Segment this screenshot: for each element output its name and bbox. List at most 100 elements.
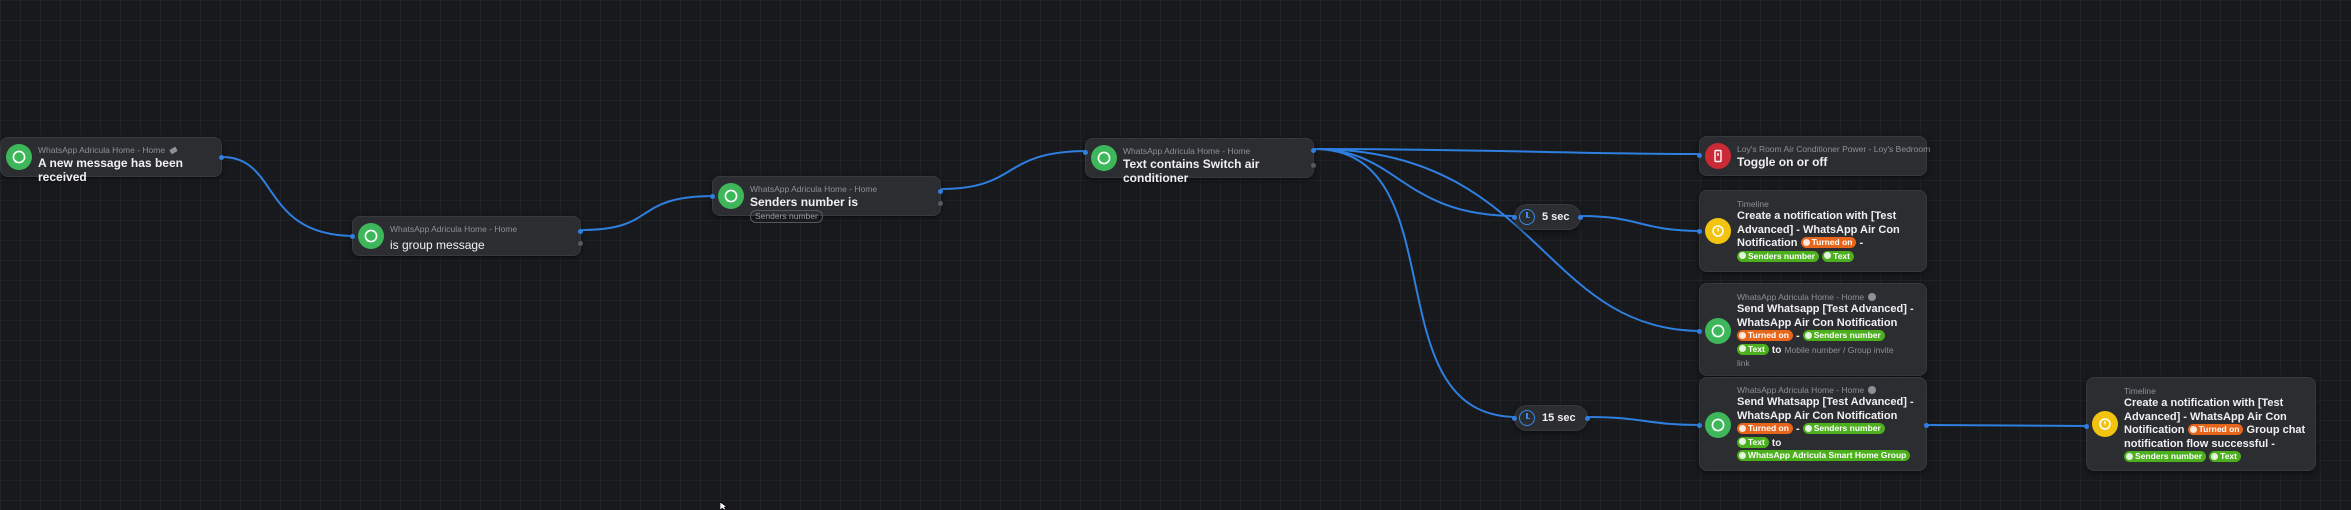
token-group[interactable]: WhatsApp Adricula Smart Home Group — [1737, 450, 1911, 461]
input-port[interactable] — [1512, 215, 1517, 220]
output-port[interactable] — [1585, 416, 1590, 421]
input-port[interactable] — [1697, 229, 1702, 234]
wire-contains-to-delay5 — [1313, 148, 1518, 217]
whatsapp-icon — [1705, 318, 1731, 344]
token-turned-on[interactable]: Turned on — [1737, 330, 1793, 341]
token-label: Senders number — [1748, 250, 1816, 261]
token-label: Turned on — [2198, 424, 2240, 434]
node-subtitle: WhatsApp Adricula Home - Home — [1123, 146, 1251, 156]
input-port[interactable] — [1697, 153, 1702, 158]
output-port-false[interactable] — [1311, 163, 1316, 168]
node-subtitle: WhatsApp Adricula Home - Home — [390, 224, 518, 234]
node-send-whatsapp-1[interactable]: WhatsApp Adricula Home - Home Send Whats… — [1697, 283, 1927, 376]
token-label: WhatsApp Adricula Smart Home Group — [1748, 450, 1907, 460]
input-port[interactable] — [1697, 329, 1702, 334]
tag-icon — [169, 146, 179, 155]
node-subtitle: WhatsApp Adricula Home - Home — [38, 145, 166, 155]
token-text[interactable]: Text — [1737, 436, 1769, 448]
text-line: Advanced] - WhatsApp Air Con — [2124, 410, 2287, 423]
info-icon[interactable] — [1868, 386, 1877, 394]
node-new-message-trigger[interactable]: WhatsApp Adricula Home - Home A new mess… — [0, 137, 224, 184]
node-senders-number-is[interactable]: WhatsApp Adricula Home - Home Senders nu… — [710, 176, 943, 223]
token-turned-on[interactable]: Turned on — [1737, 423, 1793, 434]
text-line: Advanced] - WhatsApp Air Con — [1737, 223, 1900, 236]
wire-send2-to-timeline2 — [1926, 424, 2089, 427]
input-port[interactable] — [1697, 423, 1702, 428]
node-timeline-notification-2[interactable]: Timeline Create a notification with [Tes… — [2084, 377, 2316, 471]
delay-label: 15 sec — [1542, 412, 1576, 424]
node-timeline-notification-1[interactable]: Timeline Create a notification with [Tes… — [1697, 190, 1927, 272]
token-senders-number[interactable]: Senders number — [1802, 423, 1885, 434]
token-label: Text — [2220, 451, 2237, 461]
text-line: Create a notification with [Test — [2124, 397, 2284, 409]
node-send-whatsapp-2[interactable]: WhatsApp Adricula Home - Home Send Whats… — [1697, 377, 1929, 471]
node-is-group-message[interactable]: WhatsApp Adricula Home - Home is group m… — [350, 216, 583, 256]
info-icon[interactable] — [1868, 293, 1877, 301]
token-label: Text — [1833, 250, 1850, 261]
token-senders-number[interactable]: Senders number — [1737, 250, 1820, 262]
token-text[interactable]: Text — [1737, 343, 1769, 355]
text-line: Send Whatsapp [Test Advanced] - — [1737, 396, 1914, 408]
text-line: WhatsApp Air Con Notification — [1737, 409, 1898, 422]
token-turned-on[interactable]: Turned on — [1800, 237, 1857, 248]
output-port[interactable] — [1924, 423, 1929, 428]
node-subtitle: WhatsApp Adricula Home - Home — [1737, 292, 1865, 302]
token-label: Senders number — [2135, 451, 2203, 461]
token-text[interactable]: Text — [2209, 451, 2241, 462]
output-port-false[interactable] — [578, 241, 583, 246]
input-port[interactable] — [350, 234, 355, 239]
node-title: A new message has been received — [38, 156, 183, 184]
dash-text: - — [1795, 330, 1800, 342]
output-port[interactable] — [219, 155, 224, 160]
whatsapp-icon — [718, 183, 744, 209]
node-subtitle: WhatsApp Adricula Home - Home — [750, 184, 878, 194]
token-turned-on[interactable]: Turned on — [2187, 424, 2244, 435]
token-label: Senders number — [1813, 423, 1881, 433]
text-line: Create a notification with [Test — [1737, 210, 1897, 222]
input-port[interactable] — [1512, 416, 1517, 421]
token-label: Turned on — [1811, 237, 1853, 247]
output-port[interactable] — [578, 229, 583, 234]
text-line: Group chat — [2246, 424, 2306, 436]
token-text[interactable]: Text — [1822, 250, 1854, 262]
whatsapp-icon — [1705, 412, 1731, 438]
input-port[interactable] — [2084, 424, 2089, 429]
node-title: Toggle on or off — [1737, 155, 1828, 169]
text-line: WhatsApp Air Con Notification — [1737, 316, 1898, 329]
recipient-placeholder[interactable]: Mobile number / Group invite — [1784, 345, 1893, 355]
input-port[interactable] — [1083, 150, 1088, 155]
input-port[interactable] — [710, 194, 715, 199]
node-text-contains[interactable]: WhatsApp Adricula Home - Home Text conta… — [1083, 138, 1316, 185]
token-label: Text — [1748, 436, 1765, 447]
node-subtitle: Timeline — [1737, 199, 1769, 209]
whatsapp-icon — [358, 223, 384, 249]
output-port[interactable] — [1578, 215, 1583, 220]
node-subtitle: WhatsApp Adricula Home - Home — [1737, 385, 1865, 395]
dash-text: - — [1859, 237, 1864, 249]
delay-5-sec[interactable]: 5 sec — [1512, 204, 1583, 230]
wire-trigger-to-group — [221, 156, 356, 237]
wire-contains-to-send1 — [1313, 148, 1703, 332]
token-senders-number[interactable]: Senders number — [1802, 330, 1885, 341]
output-port[interactable] — [938, 189, 943, 194]
air-conditioner-icon — [1705, 143, 1731, 169]
node-subtitle: Timeline — [2124, 386, 2156, 396]
token-label: Turned on — [1748, 423, 1789, 433]
output-port[interactable] — [1311, 148, 1316, 153]
wire-delay15-to-send2 — [1587, 416, 1703, 426]
to-text: to — [1771, 344, 1782, 356]
delay-15-sec[interactable]: 15 sec — [1512, 405, 1590, 431]
node-title: Text contains Switch air conditioner — [1123, 157, 1260, 185]
mouse-cursor-icon — [720, 502, 728, 510]
node-aircon-toggle[interactable]: Loy's Room Air Conditioner Power - Loy's… — [1697, 136, 1930, 176]
node-title: Senders number is — [750, 195, 859, 209]
senders-number-field[interactable]: Senders number — [750, 210, 823, 223]
node-title: is group message — [390, 238, 485, 252]
clock-icon — [1519, 410, 1535, 426]
text-line: notification flow successful - — [2124, 437, 2275, 450]
clock-icon — [1519, 209, 1535, 225]
token-senders-number[interactable]: Senders number — [2124, 451, 2207, 462]
text-line: Notification — [2124, 424, 2185, 436]
recipient-placeholder-cont[interactable]: link — [1737, 358, 1750, 368]
output-port-false[interactable] — [938, 201, 943, 206]
